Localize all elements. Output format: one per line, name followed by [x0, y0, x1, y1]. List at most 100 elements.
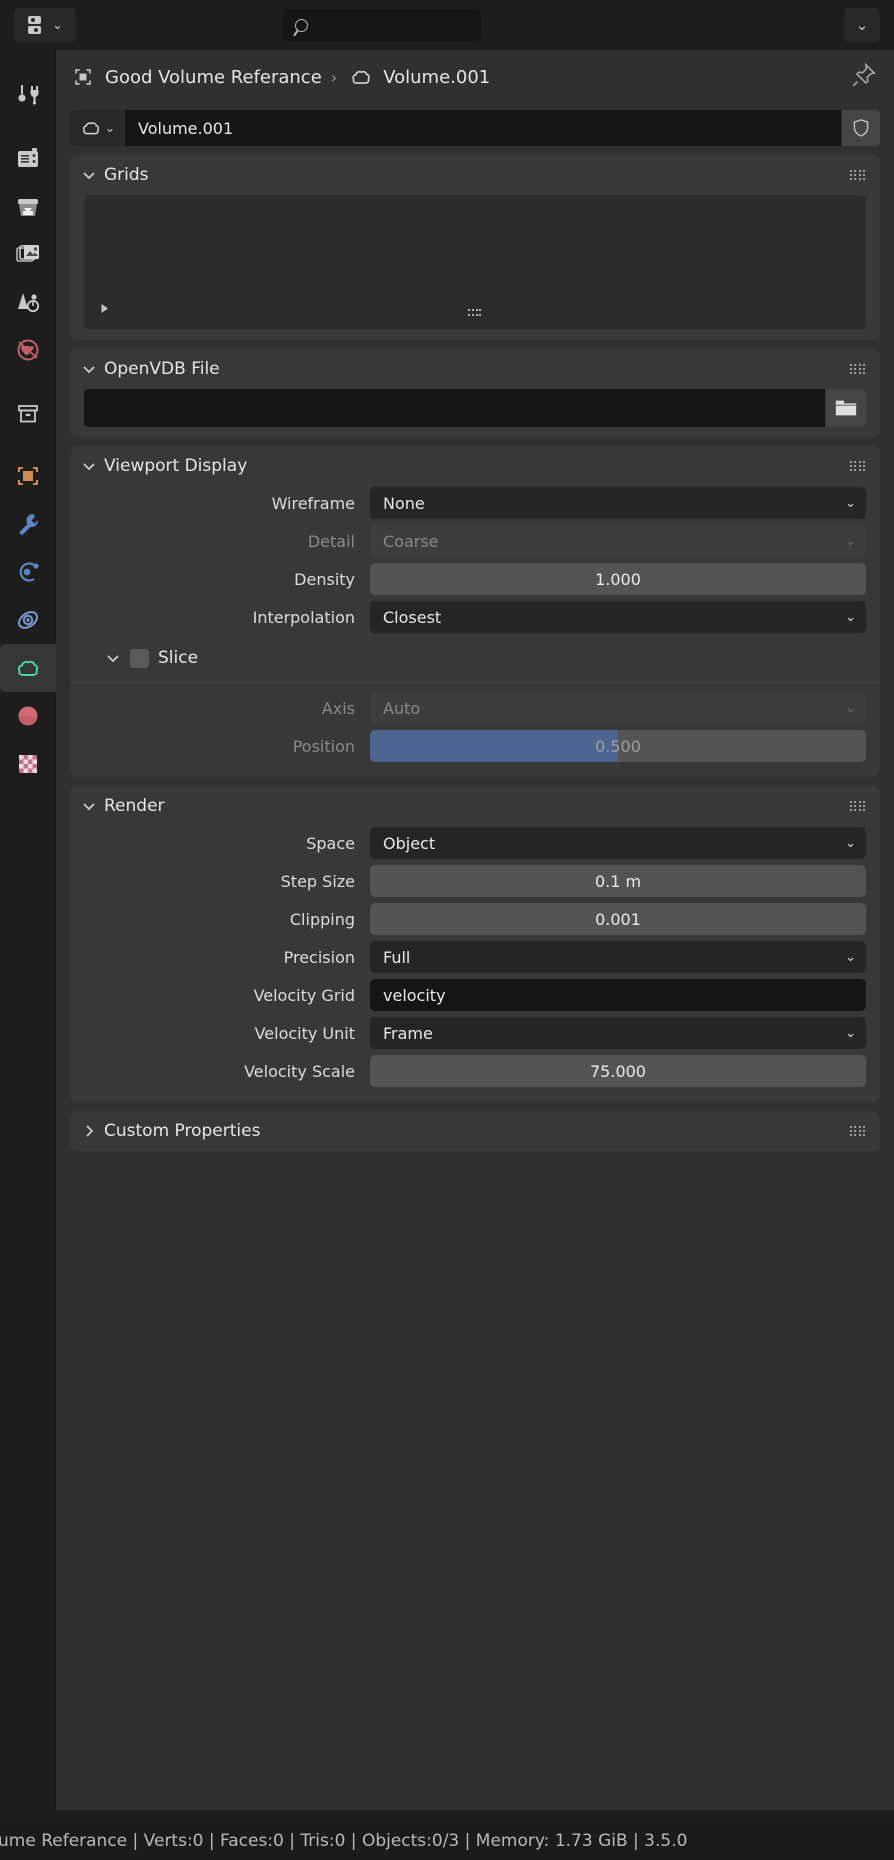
sidebar-item-material[interactable] [0, 692, 56, 740]
velocity-scale-field[interactable]: 75.000 [370, 1055, 866, 1087]
volume-cloud-icon [82, 122, 99, 135]
chevron-down-icon: ⌄ [845, 1025, 856, 1041]
camera-back-icon [18, 148, 38, 167]
texture-checker-icon [19, 755, 37, 773]
chevron-down-icon: ⌄ [845, 700, 856, 716]
chevron-down-icon: ⌄ [845, 835, 856, 851]
sidebar-item-physics[interactable] [0, 596, 56, 644]
velocity-scale-value: 75.000 [590, 1061, 646, 1081]
space-dropdown[interactable]: Object ⌄ [370, 827, 866, 859]
shield-icon [853, 119, 869, 137]
breadcrumb-object-name[interactable]: Good Volume Referance [105, 67, 322, 88]
breadcrumb: Good Volume Referance › Volume.001 [56, 50, 894, 104]
editor-type-selector[interactable]: ⌄ [14, 8, 76, 42]
precision-value: Full [383, 947, 411, 967]
sidebar-item-particles[interactable] [0, 548, 56, 596]
panel-drag-grip-icon[interactable] [850, 460, 866, 472]
object-square-icon [18, 467, 38, 485]
particles-icon [19, 562, 39, 582]
row-clipping: Clipping 0.001 [84, 902, 866, 936]
chevron-down-icon: ⌄ [855, 15, 869, 34]
panel-grids-header[interactable]: Grids [70, 155, 880, 195]
header-options-button[interactable]: ⌄ [844, 8, 880, 42]
interpolation-dropdown[interactable]: Closest ⌄ [370, 601, 866, 633]
density-slider[interactable]: 1.000 [370, 563, 866, 595]
filepath-input[interactable] [84, 389, 825, 427]
grids-list[interactable] [84, 195, 866, 330]
velocity-unit-dropdown[interactable]: Frame ⌄ [370, 1017, 866, 1049]
sidebar-item-tool[interactable] [0, 70, 56, 118]
clipping-value: 0.001 [595, 909, 641, 929]
chevron-down-icon [83, 172, 95, 180]
sidebar-item-texture[interactable] [0, 740, 56, 788]
row-velocity-unit: Velocity Unit Frame ⌄ [84, 1016, 866, 1050]
clipping-field[interactable]: 0.001 [370, 903, 866, 935]
row-interpolation: Interpolation Closest ⌄ [84, 600, 866, 634]
grids-list-resize-grip-icon[interactable] [468, 309, 482, 318]
status-bar-text: ume Referance | Verts:0 | Faces:0 | Tris… [0, 1831, 688, 1851]
search-field[interactable] [283, 9, 481, 41]
breadcrumb-separator: › [330, 67, 338, 87]
sidebar-item-output[interactable] [0, 182, 56, 230]
grids-filter-expand-icon[interactable] [98, 300, 111, 319]
precision-dropdown[interactable]: Full ⌄ [370, 941, 866, 973]
chevron-down-icon: ⌄ [845, 949, 856, 965]
label-slice-axis: Axis [321, 698, 355, 718]
sidebar-item-object[interactable] [0, 452, 56, 500]
row-velocity-grid: Velocity Grid velocity [84, 978, 866, 1012]
panel-drag-grip-icon[interactable] [850, 1125, 866, 1137]
chevron-down-icon [83, 803, 95, 811]
pin-icon [852, 62, 876, 87]
volume-datablock-row: ⌄ Volume.001 [70, 110, 880, 146]
openvdb-filepath-row [84, 389, 866, 427]
printer-icon [18, 199, 38, 216]
slice-checkbox[interactable] [130, 648, 149, 668]
label-slice-position: Position [292, 736, 355, 756]
subpanel-slice-title: Slice [158, 648, 199, 668]
sidebar-item-collection[interactable] [0, 390, 56, 438]
space-value: Object [383, 833, 436, 853]
fake-user-button[interactable] [842, 110, 880, 146]
panel-drag-grip-icon[interactable] [850, 800, 866, 812]
sidebar-item-render[interactable] [0, 134, 56, 182]
sidebar-item-object-data-volume[interactable] [0, 644, 56, 692]
wireframe-dropdown[interactable]: None ⌄ [370, 487, 866, 519]
slice-position-value: 0.500 [595, 736, 641, 756]
sidebar-item-view-layer[interactable] [0, 230, 56, 278]
chevron-down-icon [107, 655, 119, 663]
panel-drag-grip-icon[interactable] [850, 169, 866, 181]
datablock-browse-button[interactable]: ⌄ [70, 110, 124, 146]
status-bar: ume Referance | Verts:0 | Faces:0 | Tris… [0, 1822, 894, 1860]
panel-drag-grip-icon[interactable] [850, 363, 866, 375]
images-icon [16, 245, 39, 262]
sidebar-item-modifiers[interactable] [0, 500, 56, 548]
datablock-name-value: Volume.001 [138, 118, 234, 138]
tab-column-top-spacer [0, 50, 56, 70]
label-velocity-scale: Velocity Scale [244, 1061, 355, 1081]
panel-render-header[interactable]: Render [70, 786, 880, 826]
search-input[interactable] [314, 16, 464, 34]
detail-dropdown: Coarse ⌄ [370, 525, 866, 557]
tab-group-spacer-3 [0, 438, 56, 452]
label-wireframe: Wireframe [271, 493, 355, 513]
step-size-field[interactable]: 0.1 m [370, 865, 866, 897]
velocity-grid-value: velocity [383, 985, 446, 1005]
label-space: Space [306, 833, 355, 853]
file-browse-button[interactable] [826, 389, 866, 427]
chevron-down-icon: ⌄ [845, 533, 856, 549]
material-sphere-icon [18, 706, 38, 726]
row-detail: Detail Coarse ⌄ [84, 524, 866, 558]
sidebar-item-scene[interactable] [0, 278, 56, 326]
pin-id-button[interactable] [850, 61, 878, 93]
panel-custom-properties-header[interactable]: Custom Properties [70, 1111, 880, 1151]
velocity-grid-input[interactable]: velocity [370, 979, 866, 1011]
breadcrumb-data-name[interactable]: Volume.001 [383, 67, 490, 88]
label-interpolation: Interpolation [252, 607, 355, 627]
subpanel-slice-header[interactable]: Slice [106, 638, 866, 678]
panel-openvdb-file-header[interactable]: OpenVDB File [70, 349, 880, 389]
slice-axis-dropdown: Auto ⌄ [370, 692, 866, 724]
panel-render-title: Render [104, 796, 165, 816]
panel-viewport-display-header[interactable]: Viewport Display [70, 446, 880, 486]
datablock-name-field[interactable]: Volume.001 [125, 110, 841, 146]
sidebar-item-world[interactable] [0, 326, 56, 374]
